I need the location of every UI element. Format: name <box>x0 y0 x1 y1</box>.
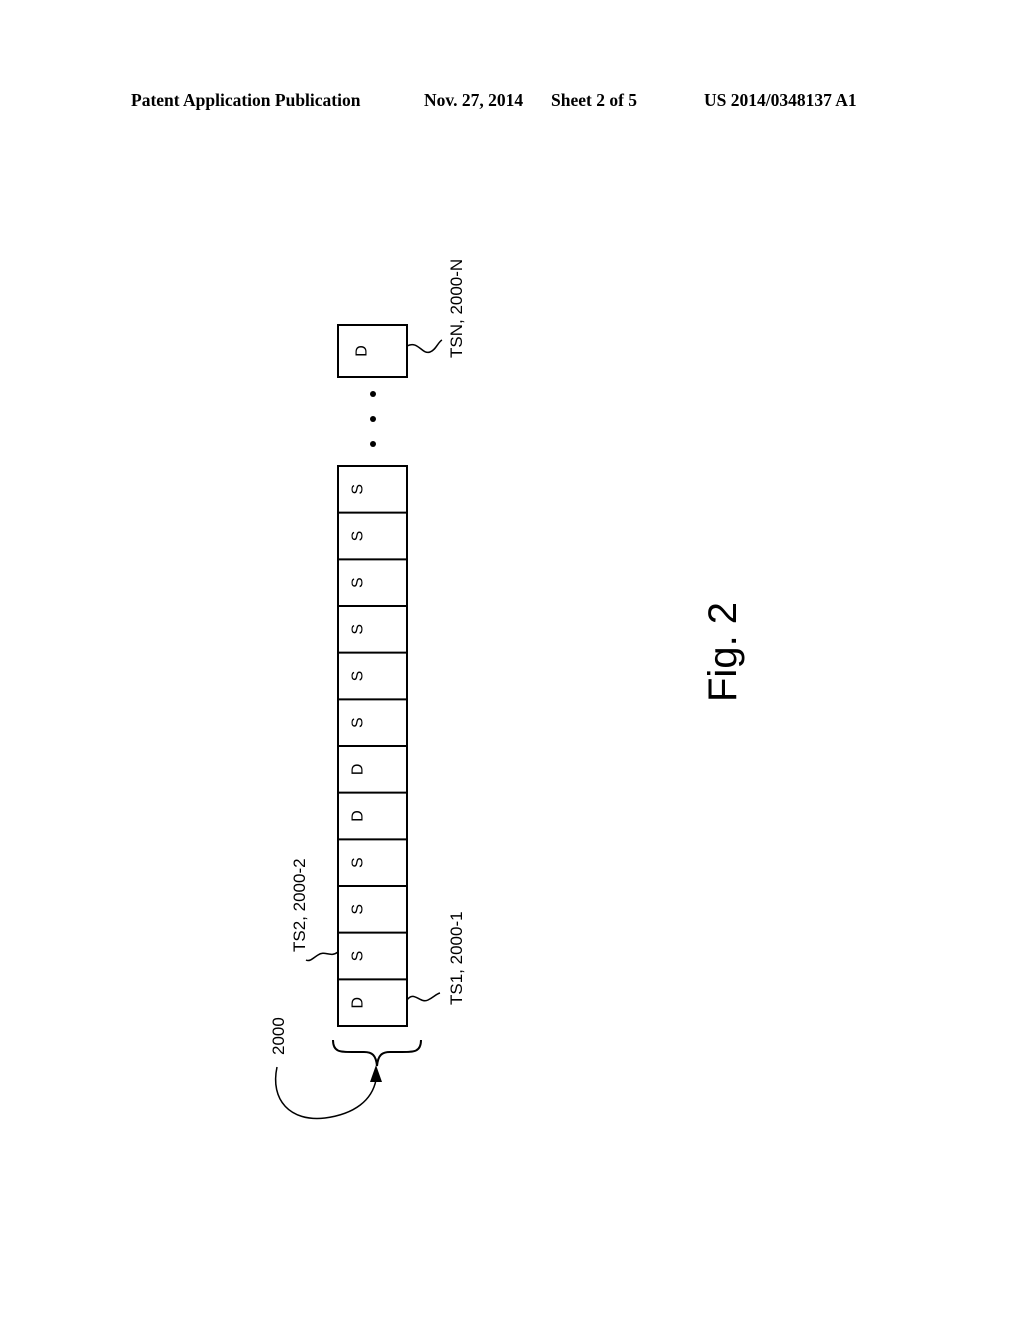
frame-brace <box>332 1039 422 1067</box>
cell-label-10: S <box>350 577 367 588</box>
cell-tsn-label: D <box>354 345 371 357</box>
cell-label-1: D <box>350 997 367 1009</box>
cell-label-9: S <box>350 624 367 635</box>
ellipsis-dot <box>370 391 376 397</box>
ts1-leader-line <box>406 992 441 1002</box>
ts1-label: TS1, 2000-1 <box>447 911 466 1005</box>
cell-label-4: S <box>350 857 367 868</box>
figure-caption: Fig. 2 <box>701 602 745 702</box>
cell-label-5: D <box>350 810 367 822</box>
tsn-label: TSN, 2000-N <box>447 259 466 358</box>
ellipsis-dot <box>370 416 376 422</box>
cell-label-2: S <box>350 951 367 962</box>
ts2-label: TS2, 2000-2 <box>290 858 309 952</box>
tsn-leader-line <box>406 339 443 354</box>
frame-cells: D S S S D D S S S S S S <box>337 465 408 1027</box>
cell-label-7: S <box>350 717 367 728</box>
cell-tsn <box>337 324 408 378</box>
cell-label-6: D <box>350 764 367 776</box>
cell-label-11: S <box>350 531 367 542</box>
arrow-head-icon <box>370 1065 382 1082</box>
frame-arrow <box>274 1066 377 1120</box>
cell-label-3: S <box>350 904 367 915</box>
cell-label-12: S <box>350 484 367 495</box>
cell-label-8: S <box>350 671 367 682</box>
ellipsis-dot <box>370 441 376 447</box>
frame-label: 2000 <box>269 1017 288 1055</box>
figure-2-diagram: D S S S D D S S S S S S D TSN, 2000-N TS1, 2000-1 T… <box>269 259 745 1120</box>
ts2-leader-line <box>305 951 339 962</box>
